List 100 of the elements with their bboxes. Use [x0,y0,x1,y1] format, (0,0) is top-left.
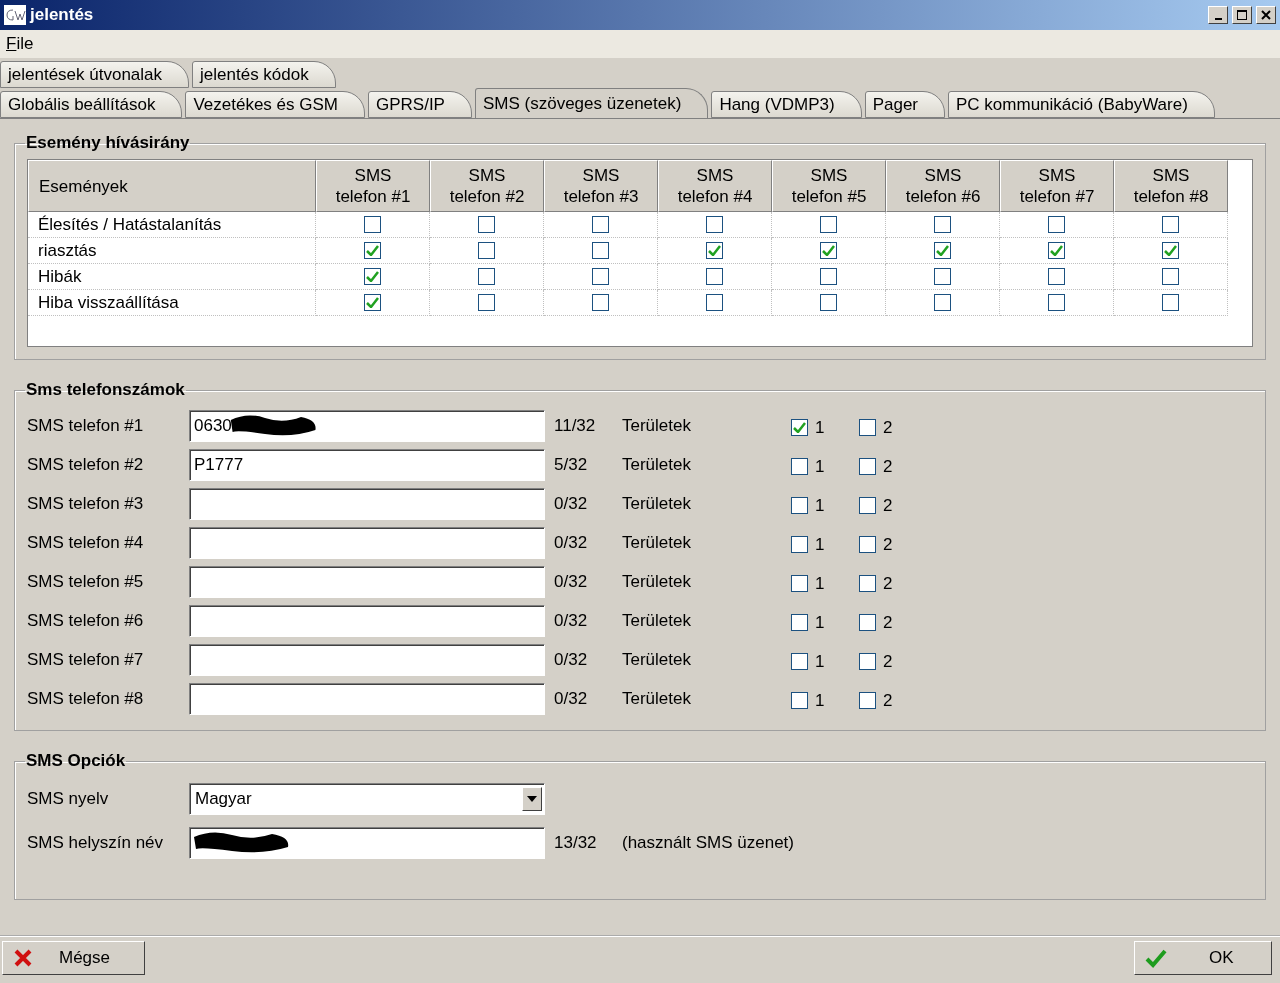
check-mark-icon [822,245,835,256]
checkbox[interactable] [364,294,381,311]
checkbox[interactable] [820,216,837,233]
event-name: riasztás [28,238,316,264]
checkbox[interactable] [364,242,381,259]
checkbox[interactable] [478,294,495,311]
tab[interactable]: Pager [864,91,946,118]
ok-button[interactable]: OK [1134,941,1272,975]
checkbox[interactable] [364,268,381,285]
checkbox[interactable] [478,268,495,285]
character-count: 11/32 [553,415,597,436]
checkbox[interactable] [592,294,609,311]
area-number: 2 [883,495,893,516]
checkbox[interactable] [934,268,951,285]
check-mark-icon [1145,948,1167,968]
checkbox[interactable] [859,575,876,592]
checkbox[interactable] [859,536,876,553]
window-title: jelentés [30,5,95,25]
tab[interactable]: jelentés kódok [192,61,336,88]
column-header: SMS telefon #4 [658,160,772,212]
checkbox[interactable] [791,536,808,553]
checkbox[interactable] [820,294,837,311]
tab[interactable]: Globális beállítások [0,91,183,118]
close-icon [1261,10,1271,20]
areas-label: Területek [622,649,692,670]
phone-input-field[interactable] [189,604,545,637]
column-header: SMS telefon #8 [1114,160,1228,212]
minimize-icon [1214,18,1222,20]
checkbox[interactable] [791,692,808,709]
checkbox[interactable] [592,216,609,233]
close-button[interactable] [1256,6,1276,24]
area-number: 2 [883,534,893,555]
checkbox[interactable] [1048,294,1065,311]
checkbox[interactable] [859,653,876,670]
checkbox[interactable] [1162,268,1179,285]
checkbox[interactable] [1162,294,1179,311]
checkbox[interactable] [706,294,723,311]
minimize-button[interactable] [1208,6,1228,24]
checkbox[interactable] [592,268,609,285]
phone-input-field[interactable]: P1777 [189,448,545,481]
phone-label: SMS telefon #4 [27,532,145,553]
checkbox[interactable] [478,216,495,233]
tab[interactable]: SMS (szöveges üzenetek) [474,88,709,118]
phone-input-field[interactable] [189,682,545,715]
checkbox[interactable] [934,294,951,311]
character-count: 0/32 [553,571,589,592]
tab[interactable]: PC kommunikáció (BabyWare) [948,91,1215,118]
checkbox[interactable] [1048,216,1065,233]
area-number: 1 [815,690,825,711]
checkbox[interactable] [1162,242,1179,259]
maximize-button[interactable] [1232,6,1252,24]
checkbox[interactable] [859,419,876,436]
check-mark-icon [366,297,379,308]
checkbox[interactable] [1048,242,1065,259]
group-title: Esemény hívásirány [25,133,191,153]
checkbox[interactable] [859,497,876,514]
checkbox[interactable] [934,216,951,233]
area-number: 2 [883,690,893,711]
maximize-icon [1237,10,1247,20]
area-number: 1 [815,495,825,516]
checkbox[interactable] [791,419,808,436]
area-number: 1 [815,612,825,633]
checkbox[interactable] [1048,268,1065,285]
checkbox[interactable] [859,614,876,631]
checkbox[interactable] [859,458,876,475]
checkbox[interactable] [791,575,808,592]
cancel-button[interactable]: Mégse [2,941,145,975]
checkbox[interactable] [791,614,808,631]
checkbox[interactable] [791,497,808,514]
tab[interactable]: Vezetékes és GSM [185,91,365,118]
character-count: 0/32 [553,649,589,670]
phone-input-field[interactable] [189,565,545,598]
checkbox[interactable] [934,242,951,259]
tab[interactable]: jelentések útvonalak [0,61,190,88]
checkbox[interactable] [706,242,723,259]
checkbox[interactable] [820,242,837,259]
phone-input-field[interactable] [189,526,545,559]
checkbox[interactable] [791,458,808,475]
phone-input-field[interactable] [189,487,545,520]
checkbox[interactable] [478,242,495,259]
menu-item[interactable]: File [6,34,34,54]
language-dropdown[interactable]: Magyar [189,783,545,815]
close-icon [13,948,33,968]
tab[interactable]: Hang (VDMP3) [711,91,862,118]
check-mark-icon [1164,245,1177,256]
check-mark-icon [708,245,721,256]
checkbox[interactable] [706,268,723,285]
area-number: 1 [815,534,825,555]
checkbox[interactable] [791,653,808,670]
phone-input-field[interactable] [189,643,545,676]
checkbox[interactable] [592,242,609,259]
checkbox[interactable] [364,216,381,233]
checkbox[interactable] [859,692,876,709]
check-mark-icon [1050,245,1063,256]
tab[interactable]: GPRS/IP [368,91,472,118]
checkbox[interactable] [1162,216,1179,233]
checkbox[interactable] [820,268,837,285]
checkbox[interactable] [706,216,723,233]
character-count: 13/32 [553,833,598,853]
group-title: SMS Opciók [25,751,127,771]
